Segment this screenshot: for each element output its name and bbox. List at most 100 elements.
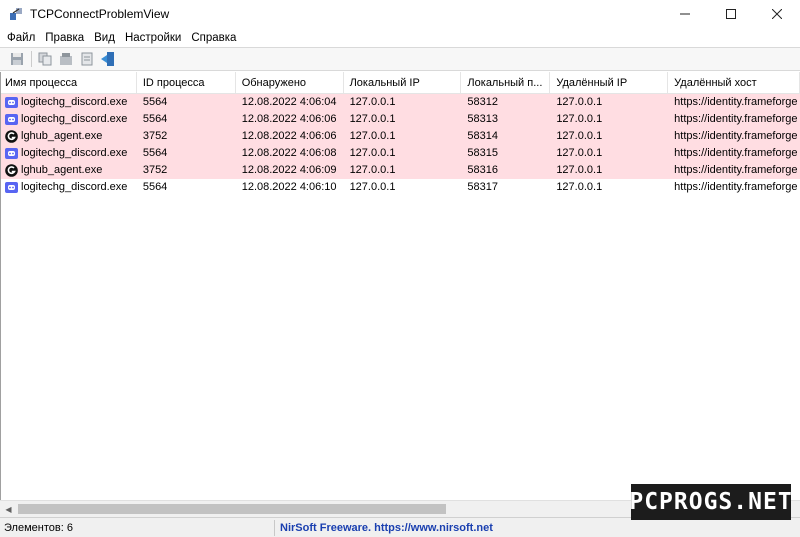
table-cell-detected: 12.08.2022 4:06:09 [241, 164, 337, 176]
table-cell-remote-host: https://identity.frameforge [674, 181, 798, 193]
scroll-left-arrow-icon[interactable]: ◀ [0, 501, 17, 517]
process-name-text: logitechg_discord.exe [21, 147, 128, 159]
logitech-g-icon [5, 164, 18, 177]
table-cell-remote-host: https://identity.frameforge [674, 96, 798, 108]
window-controls [662, 0, 800, 28]
table-cell-name: logitechg_discord.exe [1, 179, 137, 196]
table-cell-remote-ip: 127.0.0.1 [556, 96, 603, 108]
table-cell-pid: 3752 [142, 130, 168, 142]
menu-help-label: Справка [191, 31, 237, 44]
properties-button[interactable] [57, 50, 75, 68]
table-cell-remote-ip: 127.0.0.1 [556, 130, 603, 142]
table-row[interactable]: logitechg_discord.exe 5564 12.08.2022 4:06… [1, 94, 800, 111]
minimize-icon [680, 13, 690, 15]
table-cell-detected: 12.08.2022 4:06:10 [241, 181, 337, 193]
table-cell-detected: 12.08.2022 4:06:04 [241, 96, 337, 108]
scrollbar-thumb[interactable] [18, 504, 446, 514]
process-name-text: logitechg_discord.exe [21, 181, 128, 193]
column-header-local-port[interactable]: Локальный п... [461, 72, 551, 94]
table-cell-pid: 5564 [142, 113, 168, 125]
table-row[interactable]: lghub_agent.exe 3752 12.08.2022 4:06:06 127… [1, 128, 800, 145]
table-cell-local-port: 58313 [467, 113, 499, 125]
table-cell-local-ip: 127.0.0.1 [349, 181, 396, 193]
menu-help[interactable]: Справка [186, 32, 241, 44]
nirsoft-link[interactable]: NirSoft Freeware. https://www.nirsoft.ne… [275, 522, 493, 534]
table-cell-remote-ip: 127.0.0.1 [556, 164, 603, 176]
table-cell-local-ip: 127.0.0.1 [349, 96, 396, 108]
column-header-remote-ip[interactable]: Удалённый IP [550, 72, 669, 94]
table-cell-remote-host: https://identity.frameforge [674, 147, 798, 159]
table-cell-name: logitechg_discord.exe [1, 94, 137, 111]
close-icon [772, 9, 782, 19]
menu-view-label: Вид [94, 31, 115, 44]
discord-icon [5, 114, 18, 125]
menu-edit-label: Правка [45, 31, 85, 44]
html-report-icon [81, 52, 93, 66]
maximize-icon [726, 9, 736, 19]
column-header-remote-host[interactable]: Удалённый хост [668, 72, 800, 94]
minimize-button[interactable] [662, 0, 708, 28]
discord-icon [5, 97, 18, 108]
table-cell-remote-host: https://identity.frameforge [674, 130, 798, 142]
table-cell-remote-ip: 127.0.0.1 [556, 181, 603, 193]
table-cell-pid: 5564 [142, 96, 168, 108]
table-cell-pid: 3752 [142, 164, 168, 176]
table-cell-local-port: 58316 [467, 164, 499, 176]
network-plug-icon [8, 6, 24, 22]
table-cell-local-port: 58315 [467, 147, 499, 159]
watermark: PCPROGS.NET [629, 484, 792, 520]
connection-list[interactable]: Имя процесса ID процесса Обнаружено Лока… [0, 72, 800, 500]
html-report-button[interactable] [78, 50, 96, 68]
column-header-process-name[interactable]: Имя процесса [1, 72, 137, 94]
logitech-g-icon [5, 130, 18, 143]
close-button[interactable] [754, 0, 800, 28]
maximize-button[interactable] [708, 0, 754, 28]
table-cell-local-ip: 127.0.0.1 [349, 147, 396, 159]
table-cell-remote-host: https://identity.frameforge [674, 164, 798, 176]
table-row[interactable]: logitechg_discord.exe 5564 12.08.2022 4:06… [1, 111, 800, 128]
table-body: logitechg_discord.exe 5564 12.08.2022 4:06… [1, 94, 800, 196]
exit-button[interactable] [99, 50, 117, 68]
column-header-local-ip[interactable]: Локальный IP [344, 72, 462, 94]
discord-icon [5, 182, 18, 193]
discord-icon [5, 148, 18, 159]
process-name-text: lghub_agent.exe [21, 130, 103, 142]
window-title: TCPConnectProblemView [30, 7, 170, 21]
table-row[interactable]: lghub_agent.exe 3752 12.08.2022 4:06:09 127… [1, 162, 800, 179]
menu-file[interactable]: Файл [2, 32, 40, 44]
table-cell-local-ip: 127.0.0.1 [349, 164, 396, 176]
process-name-text: lghub_agent.exe [21, 164, 103, 176]
table-cell-detected: 12.08.2022 4:06:06 [241, 113, 337, 125]
exit-icon [101, 52, 114, 66]
table-cell-local-ip: 127.0.0.1 [349, 113, 396, 125]
column-header-detected[interactable]: Обнаружено [236, 72, 344, 94]
table-cell-local-port: 58317 [467, 181, 499, 193]
table-cell-pid: 5564 [142, 181, 168, 193]
table-cell-name: lghub_agent.exe [1, 128, 137, 145]
table-cell-detected: 12.08.2022 4:06:06 [241, 130, 337, 142]
table-cell-local-ip: 127.0.0.1 [349, 130, 396, 142]
menu-bar: Файл Правка Вид Настройки Справка [0, 28, 800, 47]
table-row[interactable]: logitechg_discord.exe 5564 12.08.2022 4:06… [1, 179, 800, 196]
save-button[interactable] [8, 50, 26, 68]
menu-options-label: Настройки [124, 31, 182, 44]
table-cell-name: logitechg_discord.exe [1, 111, 137, 128]
item-count: Элементов: 6 [0, 519, 275, 536]
menu-options[interactable]: Настройки [120, 32, 186, 44]
menu-view[interactable]: Вид [89, 32, 120, 44]
table-cell-remote-ip: 127.0.0.1 [556, 147, 603, 159]
process-name-text: logitechg_discord.exe [21, 113, 128, 125]
properties-icon [60, 53, 72, 65]
menu-edit[interactable]: Правка [40, 32, 89, 44]
table-cell-local-port: 58312 [467, 96, 499, 108]
table-row[interactable]: logitechg_discord.exe 5564 12.08.2022 4:06… [1, 145, 800, 162]
table-cell-name: logitechg_discord.exe [1, 145, 137, 162]
table-cell-detected: 12.08.2022 4:06:08 [241, 147, 337, 159]
column-header-process-id[interactable]: ID процесса [137, 72, 236, 94]
table-cell-name: lghub_agent.exe [1, 162, 137, 179]
save-icon [11, 53, 23, 65]
copy-button[interactable] [36, 50, 54, 68]
status-bar: Элементов: 6 NirSoft Freeware. https://w… [0, 517, 800, 537]
table-cell-local-port: 58314 [467, 130, 499, 142]
process-name-text: logitechg_discord.exe [21, 96, 128, 108]
